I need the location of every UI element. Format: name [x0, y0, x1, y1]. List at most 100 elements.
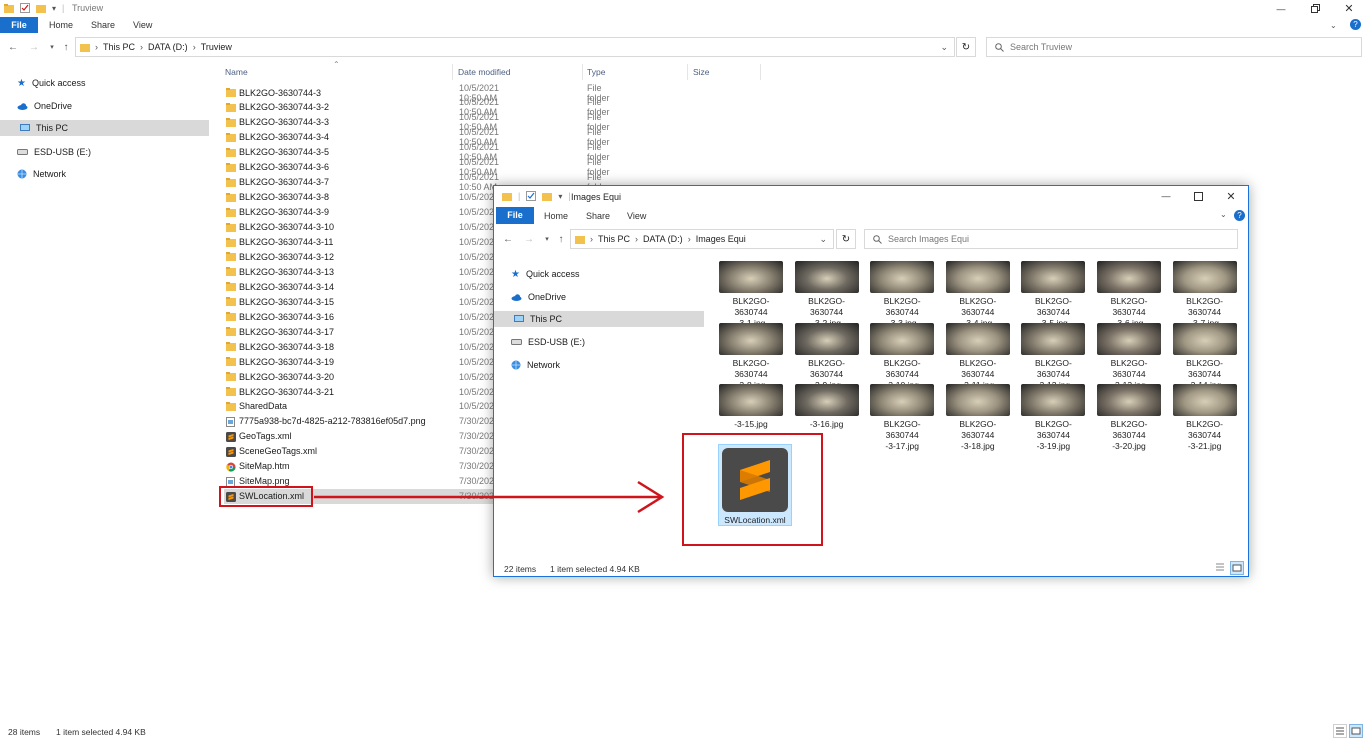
image-thumbnail[interactable]: BLK2GO-3630744-3-1.jpg [718, 261, 784, 329]
file-row[interactable]: SceneGeoTags.xml 7/30/2021 [224, 444, 499, 459]
breadcrumb-folder[interactable]: Images Equi [696, 234, 746, 244]
refresh-button[interactable]: ↻ [956, 37, 976, 57]
forward-button[interactable]: → [521, 231, 537, 247]
column-header-size[interactable]: Size [693, 67, 710, 77]
ribbon-expand-chevron-icon[interactable]: ⌄ [1330, 21, 1337, 30]
details-view-button[interactable] [1214, 561, 1228, 575]
file-row[interactable]: BLK2GO-3630744-3-15 10/5/2021 [224, 294, 499, 309]
large-icons-view-button[interactable] [1230, 561, 1244, 575]
file-row[interactable]: BLK2GO-3630744-3-17 10/5/2021 [224, 324, 499, 339]
nav-onedrive[interactable]: OneDrive [17, 98, 72, 114]
image-thumbnail[interactable]: BLK2GO-3630744 -3-18.jpg [945, 384, 1011, 452]
nav-usb-drive[interactable]: ESD-USB (E:) [17, 144, 91, 160]
nav-quick-access[interactable]: ★ Quick access [511, 266, 580, 282]
image-thumbnail[interactable]: BLK2GO-3630744-3-14.jpg [1172, 322, 1238, 391]
image-thumbnail[interactable]: BLK2GO-3630744 -3-20.jpg [1096, 384, 1162, 452]
image-thumbnail[interactable]: -3-15.jpg [718, 384, 784, 430]
image-thumbnail[interactable]: BLK2GO-3630744-3-7.jpg [1172, 261, 1238, 329]
new-folder-icon[interactable] [542, 192, 553, 201]
breadcrumb-drive[interactable]: DATA (D:) [643, 234, 683, 244]
customize-chevron-icon[interactable]: ▾ [52, 4, 56, 13]
column-header-date[interactable]: Date modified [458, 67, 510, 77]
image-thumbnail[interactable]: BLK2GO-3630744-3-10.jpg [869, 322, 935, 391]
help-icon[interactable]: ? [1234, 210, 1245, 221]
file-row[interactable]: BLK2GO-3630744-3-13 10/5/2021 [224, 264, 499, 279]
properties-icon[interactable] [20, 3, 30, 13]
search-input[interactable]: Search Truview [986, 37, 1362, 57]
file-row[interactable]: BLK2GO-3630744-3-3 10/5/2021 10:50 AM File… [224, 112, 610, 132]
nav-onedrive[interactable]: OneDrive [511, 289, 566, 305]
nav-this-pc[interactable]: This PC [0, 120, 209, 136]
minimize-button[interactable]: — [1264, 0, 1298, 17]
forward-button[interactable]: → [26, 39, 42, 55]
file-row[interactable]: BLK2GO-3630744-3-11 10/5/2021 [224, 235, 499, 250]
file-row[interactable]: BLK2GO-3630744-3-7 10/5/2021 10:50 AM File… [224, 172, 610, 192]
breadcrumb-this-pc[interactable]: This PC [598, 234, 630, 244]
column-header-name[interactable]: Name [225, 67, 248, 77]
image-thumbnail[interactable]: BLK2GO-3630744-3-5.jpg [1020, 261, 1086, 329]
file-row[interactable]: BLK2GO-3630744-3-19 10/5/2021 [224, 354, 499, 369]
file-row[interactable]: BLK2GO-3630744-3-16 10/5/2021 [224, 309, 499, 324]
up-button[interactable]: ↑ [58, 39, 74, 55]
refresh-button[interactable]: ↻ [836, 229, 856, 249]
image-thumbnail[interactable]: BLK2GO-3630744-3-8.jpg [718, 322, 784, 391]
column-divider[interactable] [582, 64, 583, 80]
tab-share[interactable]: Share [91, 17, 115, 33]
tab-home[interactable]: Home [544, 208, 568, 224]
close-button[interactable]: ✕ [1332, 0, 1366, 17]
file-row[interactable]: BLK2GO-3630744-3-8 10/5/2021 [224, 190, 499, 205]
breadcrumb-drive[interactable]: DATA (D:) [148, 42, 188, 52]
address-box[interactable]: › This PC › DATA (D:) › Images Equi ⌄ [570, 229, 834, 249]
ribbon-expand-chevron-icon[interactable]: ⌄ [1220, 210, 1227, 219]
file-row[interactable]: BLK2GO-3630744-3-10 10/5/2021 [224, 220, 499, 235]
tab-home[interactable]: Home [49, 17, 73, 33]
image-thumbnail[interactable]: BLK2GO-3630744 -3-21.jpg [1172, 384, 1238, 452]
close-button[interactable]: ✕ [1214, 186, 1248, 206]
file-row[interactable]: BLK2GO-3630744-3-6 10/5/2021 10:50 AM File… [224, 157, 610, 177]
image-thumbnail[interactable]: BLK2GO-3630744 -3-17.jpg [869, 384, 935, 452]
breadcrumb-folder[interactable]: Truview [201, 42, 232, 52]
file-row[interactable]: BLK2GO-3630744-3 10/5/2021 10:50 AM File f… [224, 83, 610, 103]
new-folder-icon[interactable] [36, 4, 46, 13]
column-divider[interactable] [452, 64, 453, 80]
image-thumbnail[interactable]: BLK2GO-3630744-3-6.jpg [1096, 261, 1162, 329]
tab-view[interactable]: View [133, 17, 152, 33]
image-thumbnail[interactable]: BLK2GO-3630744 -3-19.jpg [1020, 384, 1086, 452]
file-row[interactable]: BLK2GO-3630744-3-2 10/5/2021 10:50 AM File… [224, 97, 610, 117]
tab-share[interactable]: Share [586, 208, 610, 224]
file-row[interactable]: BLK2GO-3630744-3-18 10/5/2021 [224, 339, 499, 354]
image-thumbnail[interactable]: -3-16.jpg [794, 384, 860, 430]
file-row[interactable]: BLK2GO-3630744-3-12 10/5/2021 [224, 249, 499, 264]
back-button[interactable]: ← [5, 39, 21, 55]
search-input[interactable]: Search Images Equi [864, 229, 1238, 249]
nav-network[interactable]: Network [511, 357, 560, 373]
breadcrumb-this-pc[interactable]: This PC [103, 42, 135, 52]
file-row[interactable]: SharedData 10/5/2021 [224, 399, 499, 414]
tab-view[interactable]: View [627, 208, 646, 224]
maximize-button[interactable] [1181, 186, 1215, 206]
address-dropdown-icon[interactable]: ⌄ [819, 234, 827, 245]
file-row[interactable]: BLK2GO-3630744-3-4 10/5/2021 10:50 AM File… [224, 127, 610, 147]
image-thumbnail[interactable]: BLK2GO-3630744-3-12.jpg [1020, 322, 1086, 391]
nav-quick-access[interactable]: ★ Quick access [17, 75, 86, 91]
column-divider[interactable] [760, 64, 761, 80]
file-row[interactable]: GeoTags.xml 7/30/2021 [224, 429, 499, 444]
nav-network[interactable]: Network [17, 166, 66, 182]
maximize-button[interactable] [1298, 0, 1332, 17]
tab-file[interactable]: File [496, 207, 534, 224]
file-row[interactable]: 7775a938-bc7d-4825-a212-783816ef05d7.png… [224, 414, 499, 429]
file-row[interactable]: BLK2GO-3630744-3-9 10/5/2021 [224, 205, 499, 220]
image-thumbnail[interactable]: BLK2GO-3630744-3-4.jpg [945, 261, 1011, 329]
column-divider[interactable] [687, 64, 688, 80]
minimize-button[interactable]: — [1149, 186, 1183, 206]
image-thumbnail[interactable]: BLK2GO-3630744-3-9.jpg [794, 322, 860, 391]
file-row[interactable]: BLK2GO-3630744-3-14 10/5/2021 [224, 279, 499, 294]
image-thumbnail[interactable]: BLK2GO-3630744-3-3.jpg [869, 261, 935, 329]
nav-usb-drive[interactable]: ESD-USB (E:) [511, 334, 585, 350]
tab-file[interactable]: File [0, 17, 38, 33]
file-row[interactable]: BLK2GO-3630744-3-5 10/5/2021 10:50 AM File… [224, 142, 610, 162]
file-row[interactable]: SiteMap.htm 7/30/2021 [224, 459, 499, 474]
large-icons-view-button[interactable] [1349, 724, 1363, 738]
properties-icon[interactable] [526, 191, 537, 201]
image-thumbnail[interactable]: BLK2GO-3630744-3-2.jpg [794, 261, 860, 329]
